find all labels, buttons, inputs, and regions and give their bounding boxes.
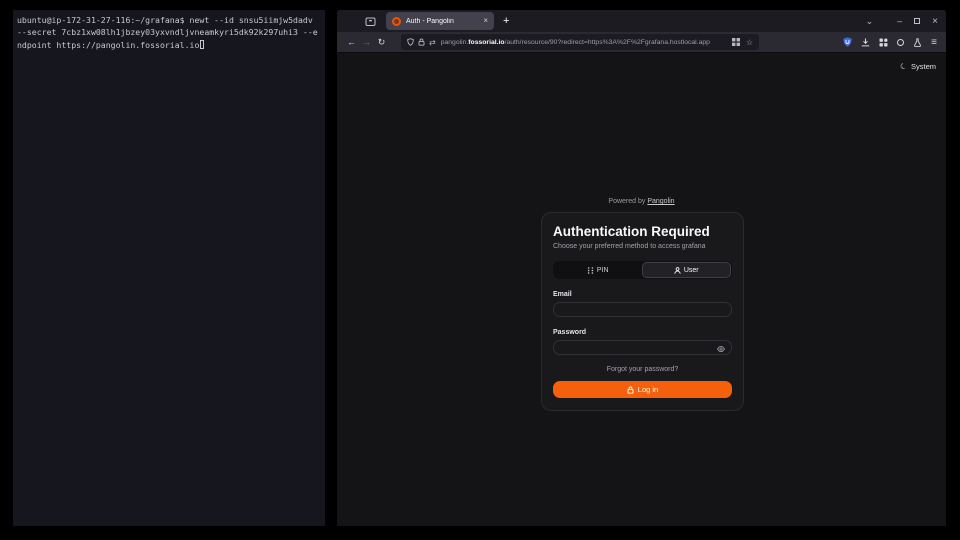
lock-icon	[627, 386, 634, 394]
show-password-eye-icon[interactable]	[717, 345, 725, 353]
login-button-label: Log in	[638, 385, 658, 394]
login-button[interactable]: Log in	[553, 381, 732, 398]
list-tabs-chevron-icon[interactable]: ⌄	[866, 16, 874, 27]
card-title: Authentication Required	[553, 224, 732, 239]
browser-tab[interactable]: Auth - Pangolin ×	[386, 12, 494, 30]
tracking-shield-icon[interactable]	[407, 38, 414, 46]
terminal-line: --secret 7cbz1xw08lh1jbzey03yxvndljvneam…	[17, 26, 321, 38]
url-bar[interactable]: ⇄ pangolin.fossorial.io/auth/resource/90…	[401, 34, 759, 50]
auth-method-tabs: PIN User	[553, 261, 732, 279]
terminal-cursor	[200, 40, 204, 49]
user-icon	[674, 267, 681, 274]
flask-icon[interactable]	[913, 38, 922, 47]
toolbar-extensions: ≡	[843, 37, 937, 48]
auth-card: Authentication Required Choose your pref…	[541, 212, 744, 411]
forward-button[interactable]: →	[359, 37, 374, 47]
password-input[interactable]	[553, 340, 732, 355]
pangolin-link[interactable]: Pangolin	[647, 198, 674, 205]
tab-title: Auth - Pangolin	[406, 18, 483, 25]
card-subtitle: Choose your preferred method to access g…	[553, 243, 732, 250]
proxy-swap-icon[interactable]: ⇄	[429, 38, 436, 47]
dialpad-icon	[587, 267, 594, 274]
tab-close-icon[interactable]: ×	[483, 17, 488, 25]
close-window-button[interactable]: ×	[932, 16, 938, 27]
download-icon[interactable]	[861, 38, 870, 47]
password-label: Password	[553, 329, 732, 336]
powered-by-text: Powered by	[608, 198, 645, 205]
theme-toggle[interactable]: ☾ System	[900, 62, 936, 71]
new-tab-button[interactable]: +	[503, 16, 509, 27]
pangolin-favicon-icon	[392, 17, 401, 26]
forgot-password-link[interactable]: Forgot your password?	[553, 366, 732, 373]
back-button[interactable]: ←	[344, 37, 359, 47]
browser-window: Auth - Pangolin × + ⌄ – × ← → ↻	[337, 10, 946, 526]
tab-user-label: User	[684, 267, 699, 274]
desktop: ubuntu@ip-172-31-27-116:~/grafana$ newt …	[0, 0, 960, 540]
terminal-line: ubuntu@ip-172-31-27-116:~/grafana$ newt …	[17, 14, 321, 26]
terminal-line: ndpoint https://pangolin.fossorial.io	[17, 39, 321, 51]
email-label: Email	[553, 291, 732, 298]
theme-toggle-label: System	[911, 62, 936, 71]
browser-toolbar: ← → ↻ ⇄ pangolin.fossorial.io/auth/resou…	[337, 32, 946, 53]
terminal-command-text: ndpoint https://pangolin.fossorial.io	[17, 40, 199, 50]
reload-button[interactable]: ↻	[374, 37, 389, 48]
tab-pin[interactable]: PIN	[554, 262, 642, 278]
tab-user[interactable]: User	[642, 262, 732, 278]
page-content: ☾ System Powered by Pangolin Authenticat…	[337, 53, 946, 526]
tab-pin-label: PIN	[597, 267, 609, 274]
account-ring-icon[interactable]	[897, 39, 904, 46]
lock-icon[interactable]	[418, 38, 425, 46]
moon-icon: ☾	[898, 61, 908, 72]
email-input[interactable]	[553, 302, 732, 317]
extensions-icon[interactable]	[879, 38, 888, 47]
window-controls: ⌄ – ×	[866, 16, 938, 27]
url-text[interactable]: pangolin.fossorial.io/auth/resource/90?r…	[441, 39, 728, 46]
bookmark-star-icon[interactable]: ☆	[746, 38, 753, 47]
ublock-icon[interactable]	[843, 37, 852, 47]
powered-by: Powered by Pangolin	[337, 198, 946, 205]
containers-grid-icon[interactable]	[732, 38, 740, 46]
minimize-button[interactable]: –	[897, 16, 902, 26]
terminal-window[interactable]: ubuntu@ip-172-31-27-116:~/grafana$ newt …	[13, 10, 325, 526]
firefox-view-icon[interactable]	[363, 14, 377, 28]
hamburger-menu-icon[interactable]: ≡	[931, 37, 937, 48]
maximize-button[interactable]	[914, 18, 920, 24]
browser-tab-bar: Auth - Pangolin × + ⌄ – ×	[337, 10, 946, 32]
